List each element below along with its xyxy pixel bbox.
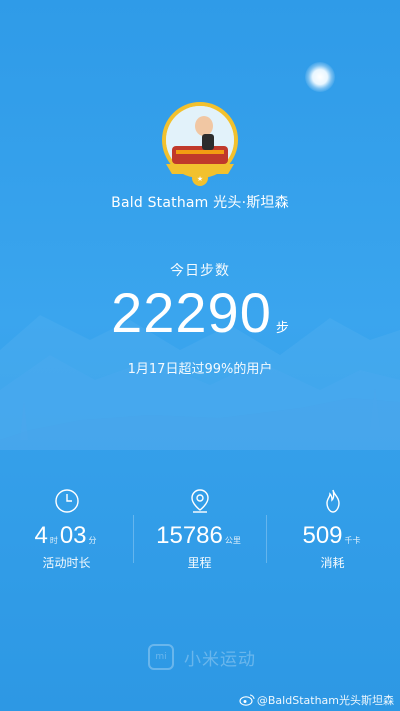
weibo-icon bbox=[239, 694, 255, 706]
flame-icon bbox=[325, 489, 340, 513]
steps-value: 22290 bbox=[111, 281, 272, 344]
weibo-watermark: @BaldStatham光头斯坦森 bbox=[239, 692, 394, 708]
watermark-text: @BaldStatham光头斯坦森 bbox=[256, 694, 394, 707]
duration-minutes: 03 bbox=[59, 522, 87, 549]
calories-label: 消耗 bbox=[320, 556, 345, 570]
activity-duration-label: 活动时长 bbox=[42, 556, 91, 570]
sun-icon bbox=[305, 62, 335, 92]
location-pin-icon bbox=[190, 489, 209, 513]
brand-name: 小米运动 bbox=[184, 649, 256, 670]
hours-unit: 时 bbox=[49, 536, 58, 545]
avatar[interactable]: ★ bbox=[158, 100, 242, 190]
rank-text: 1月17日超过99%的用户 bbox=[127, 362, 273, 377]
steps-unit: 步 bbox=[275, 321, 289, 336]
steps-count[interactable]: 22290 步 bbox=[0, 280, 400, 345]
duration-hours: 4 bbox=[34, 522, 48, 549]
distance-stat[interactable]: 15786 公里 里程 bbox=[133, 488, 266, 571]
calories-stat[interactable]: 509 千卡 消耗 bbox=[266, 488, 399, 571]
user-name[interactable]: Bald Statham 光头·斯坦森 bbox=[0, 192, 400, 212]
mi-logo-icon: mi bbox=[148, 644, 174, 670]
activity-duration-stat[interactable]: 4 时03 分 活动时长 bbox=[0, 488, 133, 571]
distance-label: 里程 bbox=[187, 556, 212, 570]
clock-icon bbox=[54, 489, 79, 513]
steps-label: 今日步数 bbox=[170, 263, 230, 279]
distance-value: 15786 bbox=[156, 522, 223, 549]
app-brand: mi 小米运动 bbox=[148, 642, 256, 672]
minutes-unit: 分 bbox=[88, 536, 97, 545]
svg-text:★: ★ bbox=[197, 175, 203, 183]
calories-value: 509 bbox=[302, 522, 343, 549]
calories-unit: 千卡 bbox=[344, 536, 361, 545]
distance-unit: 公里 bbox=[224, 536, 241, 545]
